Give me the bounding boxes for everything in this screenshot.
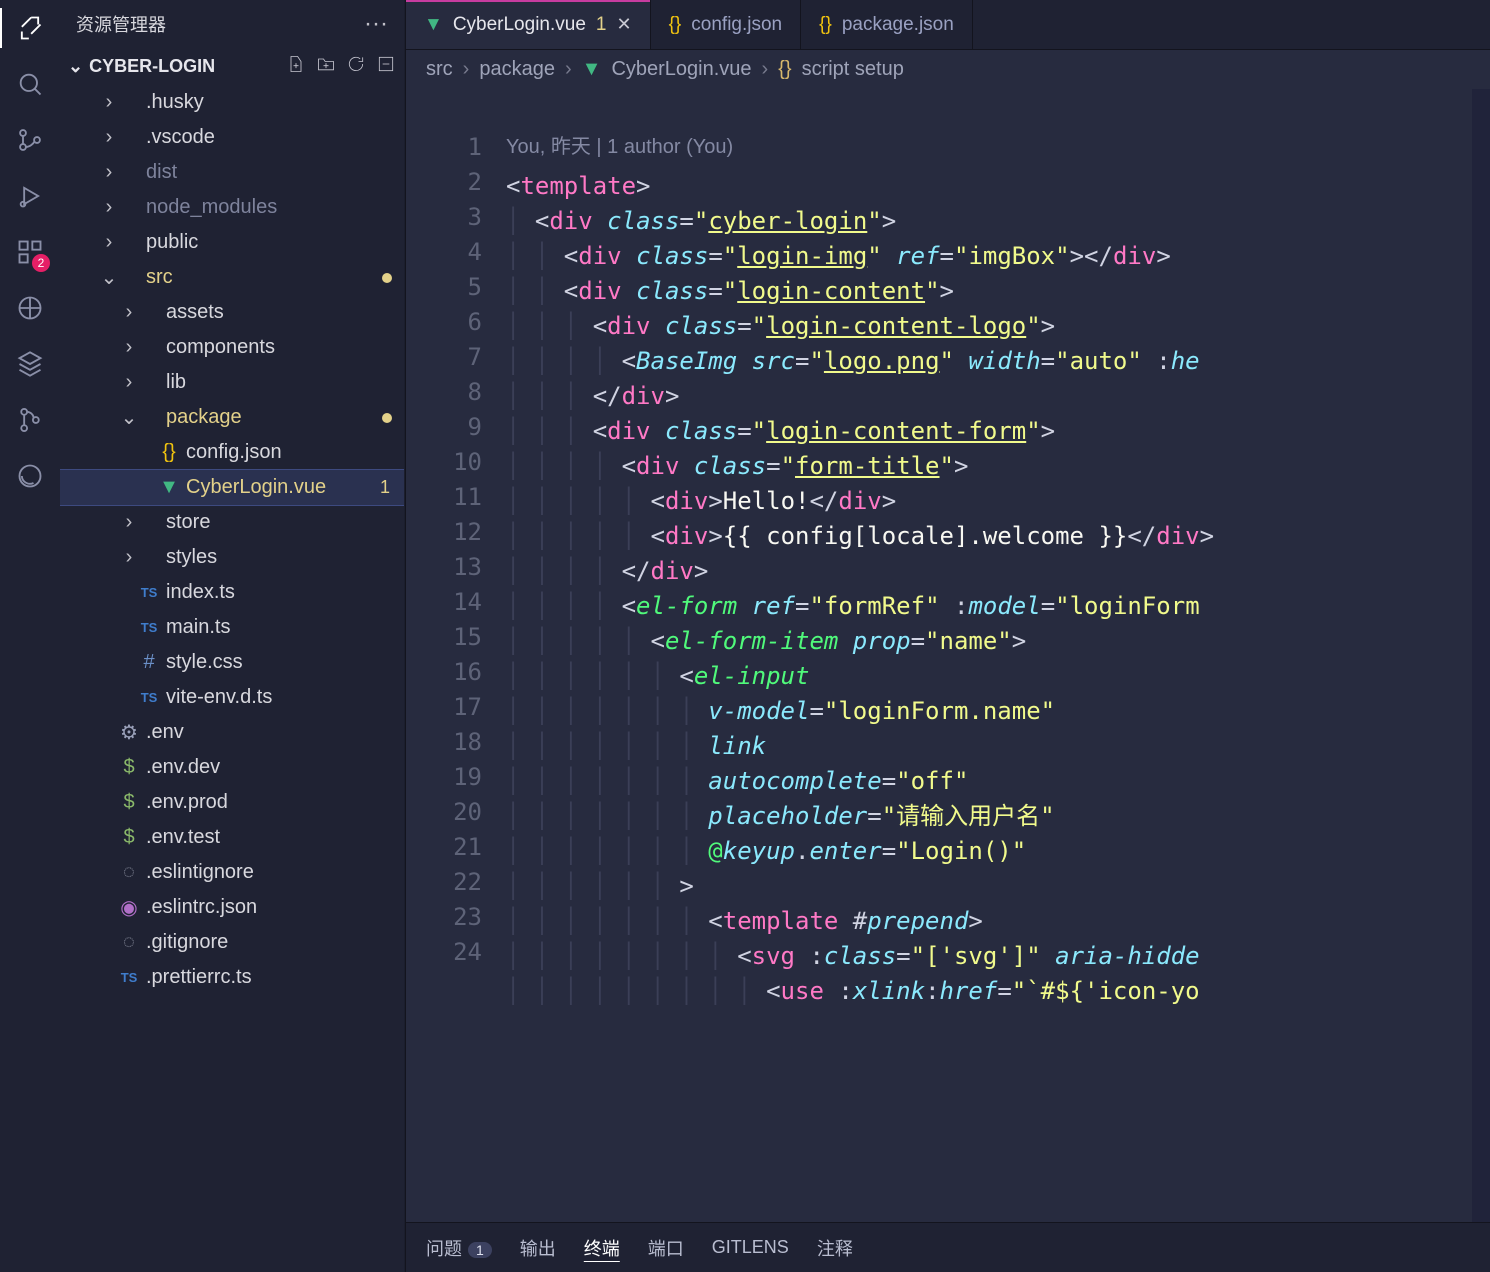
chevron-down-icon: ⌄ (68, 56, 83, 77)
code-content[interactable]: You, 昨天 | 1 author (You)<template> │ <di… (496, 89, 1472, 1222)
remote-icon[interactable] (14, 292, 46, 324)
tree-item[interactable]: ›node_modules (60, 190, 404, 225)
editor-tab[interactable]: {}config.json (651, 0, 802, 49)
tree-item[interactable]: ›.husky (60, 85, 404, 120)
sidebar-title-row: 资源管理器 ··· (60, 0, 404, 48)
bottom-panel-tabs: 问题1 输出 终端 端口 GITLENS 注释 (406, 1222, 1490, 1272)
crumb-symbol[interactable]: script setup (802, 58, 904, 81)
tree-item[interactable]: TS.prettierrc.ts (60, 960, 404, 995)
tree-item[interactable]: ›components (60, 330, 404, 365)
file-tree: ›.husky›.vscode›dist›node_modules›public… (60, 85, 404, 1272)
problems-badge: 1 (468, 1242, 492, 1258)
explorer-icon[interactable] (14, 12, 46, 44)
explorer-sidebar: 资源管理器 ··· ⌄ CYBER-LOGIN ›.husky›.vscode›… (60, 0, 405, 1272)
panel-ports[interactable]: 端口 (648, 1235, 684, 1261)
repo-actions (286, 54, 396, 79)
collapse-icon[interactable] (376, 54, 396, 79)
sidebar-title: 资源管理器 (76, 11, 166, 37)
tree-item[interactable]: $.env.test (60, 820, 404, 855)
crumb-src[interactable]: src (426, 58, 453, 81)
panel-comments[interactable]: 注释 (817, 1235, 853, 1261)
extensions-icon[interactable]: 2 (14, 236, 46, 268)
tree-item[interactable]: TSmain.ts (60, 610, 404, 645)
tree-item[interactable]: #style.css (60, 645, 404, 680)
refresh-icon[interactable] (346, 54, 366, 79)
tree-item[interactable]: TSvite-env.d.ts (60, 680, 404, 715)
activity-bar: 2 (0, 0, 60, 1272)
panel-problems[interactable]: 问题1 (426, 1235, 492, 1261)
panel-terminal[interactable]: 终端 (584, 1235, 620, 1261)
tree-item[interactable]: {}config.json (60, 435, 404, 470)
sidebar-more-icon[interactable]: ··· (364, 10, 388, 38)
repo-name: CYBER-LOGIN (89, 56, 215, 77)
new-file-icon[interactable] (286, 54, 306, 79)
db-icon[interactable] (14, 348, 46, 380)
codelens[interactable]: You, 昨天 | 1 author (You) (506, 130, 1472, 169)
editor-tab[interactable]: {}package.json (801, 0, 973, 49)
search-icon[interactable] (14, 68, 46, 100)
tree-item[interactable]: ›assets (60, 295, 404, 330)
code-editor[interactable]: 123456789101112131415161718192021222324 … (406, 89, 1490, 1222)
editor-tabs: ▼CyberLogin.vue1✕{}config.json{}package.… (406, 0, 1490, 50)
tree-item[interactable]: ›dist (60, 155, 404, 190)
tree-item[interactable]: $.env.prod (60, 785, 404, 820)
tree-item[interactable]: ◌.gitignore (60, 925, 404, 960)
git-graph-icon[interactable] (14, 404, 46, 436)
tree-item[interactable]: ›.vscode (60, 120, 404, 155)
editor-tab[interactable]: ▼CyberLogin.vue1✕ (406, 0, 651, 49)
extensions-badge: 2 (32, 254, 50, 272)
panel-gitlens[interactable]: GITLENS (712, 1237, 789, 1258)
tree-item[interactable]: ⚙.env (60, 715, 404, 750)
tree-item[interactable]: TSindex.ts (60, 575, 404, 610)
repo-header[interactable]: ⌄ CYBER-LOGIN (60, 48, 404, 85)
tree-item[interactable]: ›styles (60, 540, 404, 575)
braces-icon: {} (778, 58, 791, 81)
line-gutter: 123456789101112131415161718192021222324 (406, 89, 496, 1222)
tree-item[interactable]: ›public (60, 225, 404, 260)
panel-output[interactable]: 输出 (520, 1235, 556, 1261)
edge-icon[interactable] (14, 460, 46, 492)
tree-item[interactable]: ⌄package (60, 400, 404, 435)
editor-group: ▼CyberLogin.vue1✕{}config.json{}package.… (405, 0, 1490, 1272)
minimap[interactable] (1472, 89, 1490, 1222)
close-icon[interactable]: ✕ (616, 14, 631, 35)
tree-item[interactable]: ⌄src (60, 260, 404, 295)
debug-icon[interactable] (14, 180, 46, 212)
new-folder-icon[interactable] (316, 54, 336, 79)
tree-item[interactable]: ◌.eslintignore (60, 855, 404, 890)
tree-item[interactable]: ›lib (60, 365, 404, 400)
crumb-file[interactable]: CyberLogin.vue (611, 58, 751, 81)
scm-icon[interactable] (14, 124, 46, 156)
tree-item[interactable]: $.env.dev (60, 750, 404, 785)
vue-icon: ▼ (582, 58, 602, 81)
crumb-package[interactable]: package (479, 58, 555, 81)
tree-item[interactable]: ▼CyberLogin.vue1 (60, 470, 404, 505)
tree-item[interactable]: ◉.eslintrc.json (60, 890, 404, 925)
breadcrumb[interactable]: src› package› ▼ CyberLogin.vue› {} scrip… (406, 50, 1490, 89)
tree-item[interactable]: ›store (60, 505, 404, 540)
